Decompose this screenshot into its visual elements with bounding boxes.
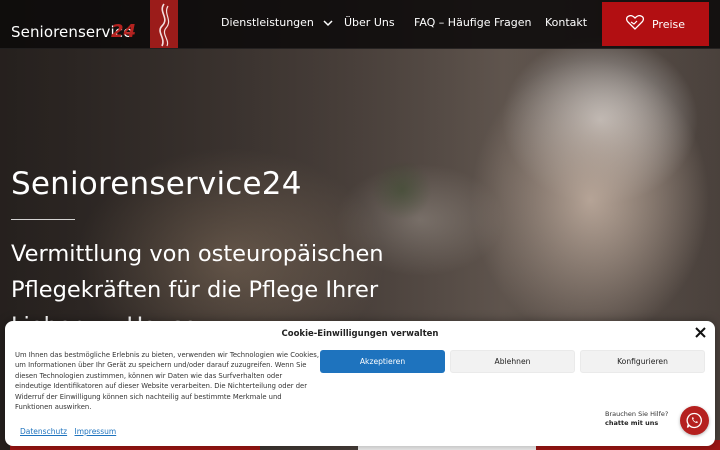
prices-button-label: Preise [651, 17, 686, 31]
imprint-link[interactable]: Impressum [75, 427, 117, 436]
chat-action-text: chatte mit uns [605, 419, 659, 427]
prices-button[interactable]: Preise [602, 2, 709, 46]
chevron-down-icon [323, 17, 333, 30]
configure-button[interactable]: Konfigurieren [580, 350, 705, 373]
logo-number[interactable]: 24 [111, 21, 136, 42]
site-header: Seniorenservice 24 Dienstleistungen Über… [0, 0, 720, 49]
privacy-link[interactable]: Datenschutz [20, 427, 67, 436]
nav-services-label: Dienstleistungen [221, 16, 314, 29]
nav-services[interactable]: Dienstleistungen [221, 16, 333, 30]
cookie-links: Datenschutz Impressum [20, 427, 121, 436]
close-icon[interactable] [695, 327, 706, 341]
cookie-title: Cookie-Einwilligungen verwalten [281, 329, 439, 339]
chat-prompt-bubble[interactable]: Brauchen Sie Hilfe? chatte mit uns [600, 407, 674, 435]
handshake-heart-icon [625, 14, 644, 33]
cookie-description: Um Ihnen das bestmögliche Erlebnis zu bi… [15, 351, 319, 412]
accept-button[interactable]: Akzeptieren [320, 350, 445, 373]
nav-contact[interactable]: Kontakt [545, 16, 587, 29]
hero-divider [11, 219, 75, 220]
whatsapp-icon[interactable] [680, 406, 709, 435]
chat-prompt-text: Brauchen Sie Hilfe? [605, 410, 669, 418]
nav-about[interactable]: Über Uns [344, 16, 395, 29]
hero-title: Seniorenservice24 [11, 166, 302, 202]
logo-mark-icon[interactable] [150, 0, 178, 48]
nav-faq[interactable]: FAQ – Häufige Fragen [414, 16, 531, 29]
deny-button[interactable]: Ablehnen [450, 350, 575, 373]
